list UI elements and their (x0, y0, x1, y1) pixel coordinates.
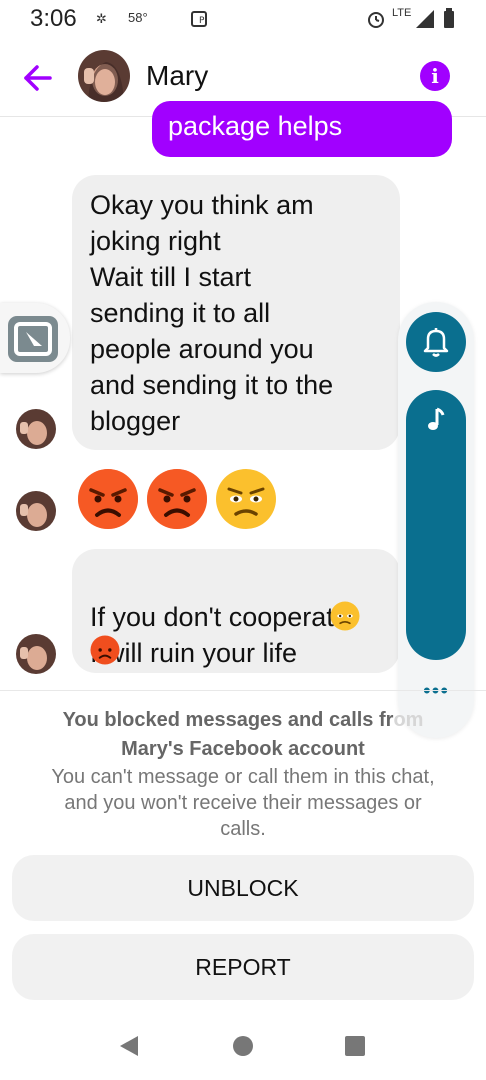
incoming-message-bubble[interactable]: Okay you think am joking right Wait till… (72, 175, 400, 450)
blocked-title-text: You blocked messages and calls fr (62, 709, 394, 731)
signal-icon (414, 9, 436, 34)
system-navigation-bar (0, 1010, 486, 1080)
back-nav-icon[interactable] (118, 1034, 140, 1058)
blocked-title-line1: You blocked messages and calls from (0, 709, 486, 732)
recents-nav-icon[interactable] (344, 1035, 366, 1057)
status-bar: 3:06 ✲ 58° P LTE (0, 0, 486, 38)
temperature-text: 58° (128, 10, 148, 25)
pouting-face-emoji[interactable] (77, 468, 139, 530)
music-control[interactable] (406, 390, 466, 660)
floating-app-handle[interactable] (0, 303, 70, 373)
bell-icon[interactable] (406, 312, 466, 372)
pouting-face-emoji (90, 635, 120, 665)
sender-avatar (16, 409, 56, 449)
unblock-button[interactable]: UNBLOCK (12, 855, 474, 921)
app-shortcut-icon[interactable] (8, 316, 58, 362)
alarm-icon (366, 9, 386, 34)
sender-avatar (16, 491, 56, 531)
frowning-face-emoji (330, 601, 360, 631)
info-icon[interactable]: i (420, 61, 450, 91)
sender-avatar (16, 634, 56, 674)
pouting-face-emoji[interactable] (146, 468, 208, 530)
status-time: 3:06 (30, 5, 77, 32)
contact-name[interactable]: Mary (146, 60, 208, 92)
back-arrow-icon[interactable] (20, 60, 56, 96)
outgoing-message-bubble[interactable]: package helps (152, 101, 452, 157)
blocked-title-line2: Mary's Facebook account (121, 738, 365, 760)
notification-icon: P (190, 9, 210, 34)
more-options-icon[interactable]: ••• (416, 680, 456, 702)
svg-text:P: P (199, 16, 205, 26)
message-text: If you don't cooperate I will ruin your … (90, 602, 349, 668)
contact-avatar[interactable] (78, 50, 130, 102)
incoming-message-bubble[interactable]: If you don't cooperate I will ruin your … (72, 549, 400, 673)
divider (0, 690, 486, 691)
blocked-title-tail: om (393, 709, 424, 731)
music-note-icon (428, 407, 445, 430)
network-type: LTE (392, 7, 412, 19)
frowning-face-emoji[interactable] (215, 468, 277, 530)
blocked-description: You can't message or call them in this c… (51, 766, 435, 840)
brightness-icon: ✲ (96, 11, 107, 26)
home-nav-icon[interactable] (232, 1035, 254, 1057)
edge-side-panel: ••• (398, 302, 474, 738)
battery-icon (443, 7, 455, 34)
report-button[interactable]: REPORT (12, 934, 474, 1000)
